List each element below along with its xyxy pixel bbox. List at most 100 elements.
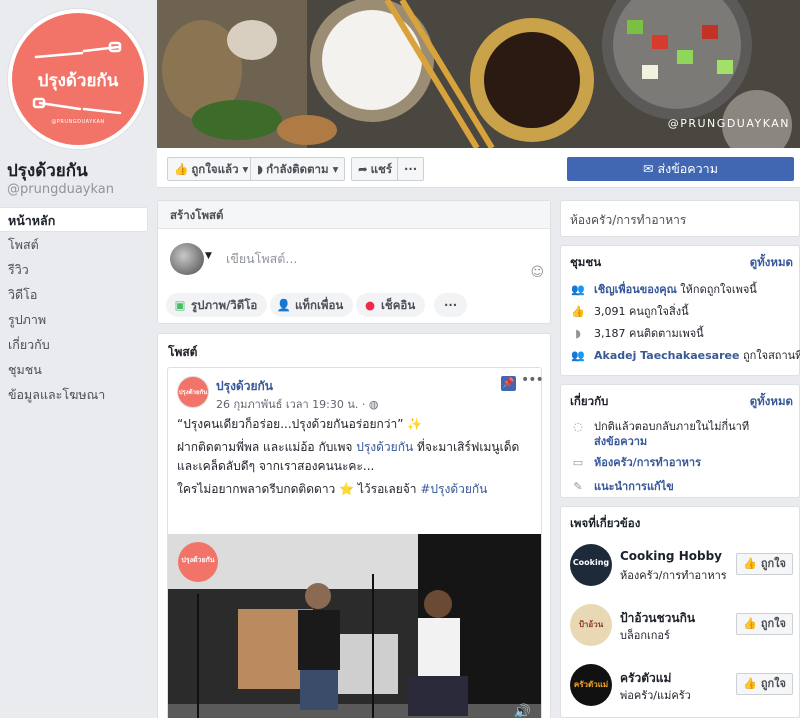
related-page-category: บล็อกเกอร์ <box>620 629 670 642</box>
friend-name-link[interactable]: Akadej Taechakaesaree <box>594 349 739 362</box>
related-page-avatar[interactable]: Cooking <box>570 544 612 586</box>
related-pages-card: เพจที่เกี่ยวข้อง Cooking Cooking Hobby ห… <box>560 506 800 718</box>
video-watermark-logo: ปรุงด้วยกัน <box>178 542 218 582</box>
page-mention-link[interactable]: ปรุงด้วยกัน <box>356 440 413 454</box>
nav-videos[interactable]: วิดีโอ <box>0 282 148 307</box>
rss-icon: ◗ <box>257 162 264 176</box>
cover-watermark: @PRUNGDUAYKAN <box>667 117 790 130</box>
nav-home[interactable]: หน้าหลัก <box>0 207 148 232</box>
suggest-edit-row: ✎ แนะนำการแก้ไข <box>570 477 674 495</box>
rss-icon: ◗ <box>575 327 581 340</box>
category-card: ห้องครัว/การทำอาหาร <box>560 200 800 237</box>
liked-button[interactable]: 👍 ถูกใจแล้ว ▾ <box>167 157 256 181</box>
about-title: เกี่ยวกับ <box>570 394 609 408</box>
post-author-avatar[interactable]: ปรุงด้วยกัน <box>177 376 209 408</box>
post-line: ฝากติดตามพี่พล และแม่อ้อ กับเพจ ปรุงด้วย… <box>177 440 520 473</box>
create-post-card: สร้างโพสต์ ▼ เขียนโพสต์... ☺ ▣ รูปภาพ/วิด… <box>157 200 551 324</box>
nav-about[interactable]: เกี่ยวกับ <box>0 332 148 357</box>
suggest-edit-link[interactable]: แนะนำการแก้ไข <box>594 480 674 493</box>
friend-likes-row: 👥Akadej Taechakaesaree ถูกใจสถานที่นี้ <box>571 349 800 362</box>
like-page-button[interactable]: 👍 ถูกใจ <box>736 673 793 695</box>
nav-info-ads[interactable]: ข้อมูลและโฆษณา <box>0 382 148 407</box>
left-column: ปรุงด้วยกัน @PRUNGDUAYKAN ปรุงด้วยกัน @p… <box>0 0 157 718</box>
thumbs-up-icon: 👍 <box>174 162 189 176</box>
category-row: ▭ ห้องครัว/การทำอาหาร <box>570 453 701 471</box>
messenger-icon: ✉ <box>643 161 654 176</box>
related-page-category: ห้องครัว/การทำอาหาร <box>620 569 727 582</box>
related-page-item: ครัวตัวแม่ ครัวตัวแม่ พ่อครัว/แม่ครัว 👍 … <box>570 664 796 708</box>
related-page-category: พ่อครัว/แม่ครัว <box>620 689 691 702</box>
pinned-post: ปรุงด้วยกัน ปรุงด้วยกัน 26 กุมภาพันธ์ เว… <box>167 367 544 718</box>
followers-row: ◗ 3,187 คนติดตามเพจนี้ <box>570 324 704 342</box>
chevron-down-icon[interactable]: ▼ <box>205 251 212 261</box>
page-handle[interactable]: @prungduaykan <box>7 182 114 197</box>
share-button[interactable]: ➦ แชร์ <box>351 157 400 181</box>
nav-photos[interactable]: รูปภาพ <box>0 307 148 332</box>
user-avatar[interactable] <box>170 243 204 275</box>
cover-photo[interactable]: @PRUNGDUAYKAN <box>157 0 800 148</box>
globe-icon: ◍ <box>368 398 379 411</box>
nav-reviews[interactable]: รีวิว <box>0 257 148 282</box>
related-page-avatar[interactable]: ป้าอ้วน <box>570 604 612 646</box>
nav-community[interactable]: ชุมชน <box>0 357 148 382</box>
related-page-name[interactable]: Cooking Hobby <box>620 549 722 563</box>
share-icon: ➦ <box>358 162 368 176</box>
page-avatar[interactable]: ปรุงด้วยกัน @PRUNGDUAYKAN <box>7 8 149 150</box>
messenger-icon: ◌ <box>573 420 583 433</box>
tag-icon: ▭ <box>572 456 584 469</box>
about-category-link[interactable]: ห้องครัว/การทำอาหาร <box>594 456 701 469</box>
posts-title: โพสต์ <box>168 345 198 359</box>
hashtag-link[interactable]: #ปรุงด้วยกัน <box>420 482 487 496</box>
post-body: “ปรุงคนเดียวก็อร่อย...ปรุงด้วยกันอร่อยกว… <box>177 415 537 503</box>
post-timestamp[interactable]: 26 กุมภาพันธ์ เวลา 19:30 น. · ◍ <box>216 395 379 413</box>
about-card: เกี่ยวกับ ดูทั้งหมด ◌ ปกติแล้วตอบกลับภายใ… <box>560 384 800 498</box>
more-actions-button[interactable]: ··· <box>434 293 468 317</box>
pencil-icon: ✎ <box>573 480 583 493</box>
logo-handle: @PRUNGDUAYKAN <box>51 119 105 125</box>
video-frame <box>168 534 541 718</box>
photo-video-button[interactable]: ▣ รูปภาพ/วิดีโอ <box>166 293 268 317</box>
about-see-all[interactable]: ดูทั้งหมด <box>750 393 793 411</box>
like-page-button[interactable]: 👍 ถูกใจ <box>736 613 793 635</box>
invite-row: 👥 เชิญเพื่อนของคุณ ให้กดถูกใจเพจนี้ <box>571 283 757 296</box>
people-icon: 👥 <box>571 283 585 296</box>
page-title[interactable]: ปรุงด้วยกัน <box>7 157 88 184</box>
post-composer-input[interactable]: เขียนโพสต์... <box>226 249 297 269</box>
invite-friends-link[interactable]: เชิญเพื่อนของคุณ <box>594 283 677 296</box>
people-icon: 👥 <box>571 349 585 362</box>
sidebar-nav: หน้าหลัก โพสต์ รีวิว วิดีโอ รูปภาพ เกี่ย… <box>0 207 148 407</box>
thumbs-up-icon: 👍 <box>571 305 585 318</box>
post-author[interactable]: ปรุงด้วยกัน <box>216 377 273 396</box>
more-button[interactable]: ··· <box>397 157 425 181</box>
about-send-message-link[interactable]: ส่งข้อความ <box>594 432 647 450</box>
thumbs-up-icon: 👍 <box>743 617 758 630</box>
community-see-all[interactable]: ดูทั้งหมด <box>750 254 793 272</box>
posts-card: โพสต์ ปรุงด้วยกัน ปรุงด้วยกัน 26 กุมภาพั… <box>157 333 551 718</box>
logo-text: ปรุงด้วยกัน <box>37 71 119 91</box>
following-button[interactable]: ◗ กำลังติดตาม ▾ <box>250 157 346 181</box>
photo-icon: ▣ <box>174 298 186 312</box>
community-card: ชุมชน ดูทั้งหมด 👥 เชิญเพื่อนของคุณ ให้กดถ… <box>560 245 800 376</box>
related-page-item: ป้าอ้วน ป้าอ้วนชวนกิน บล็อกเกอร์ 👍 ถูกใจ <box>570 604 796 648</box>
emoji-icon[interactable]: ☺ <box>530 265 544 280</box>
nav-posts[interactable]: โพสต์ <box>0 232 148 257</box>
send-message-button[interactable]: ✉ ส่งข้อความ <box>567 157 794 181</box>
tag-friends-button[interactable]: 👤 แท็กเพื่อน <box>270 293 354 317</box>
like-page-button[interactable]: 👍 ถูกใจ <box>736 553 793 575</box>
community-title: ชุมชน <box>570 255 602 269</box>
tag-friend-icon: 👤 <box>276 298 292 312</box>
check-in-button[interactable]: ● เช็คอิน <box>356 293 426 317</box>
related-page-item: Cooking Cooking Hobby ห้องครัว/การทำอาหา… <box>570 544 796 588</box>
related-page-avatar[interactable]: ครัวตัวแม่ <box>570 664 612 706</box>
volume-icon[interactable]: 🔊 <box>514 704 531 718</box>
create-post-title: สร้างโพสต์ <box>158 201 550 229</box>
post-line: “ปรุงคนเดียวก็อร่อย...ปรุงด้วยกันอร่อยกว… <box>177 417 423 431</box>
pin-icon: 📌 <box>501 376 516 391</box>
related-title: เพจที่เกี่ยวข้อง <box>570 516 641 530</box>
page-action-bar: 👍 ถูกใจแล้ว ▾ ◗ กำลังติดตาม ▾ ➦ แชร์ ··· ✉ … <box>157 148 800 188</box>
post-video[interactable]: ปรุงด้วยกัน 🔊 <box>168 534 541 718</box>
thumbs-up-icon: 👍 <box>743 677 758 690</box>
post-options-icon[interactable]: ••• <box>521 372 544 388</box>
thumbs-up-icon: 👍 <box>743 557 758 570</box>
page-category[interactable]: ห้องครัว/การทำอาหาร <box>570 211 686 230</box>
